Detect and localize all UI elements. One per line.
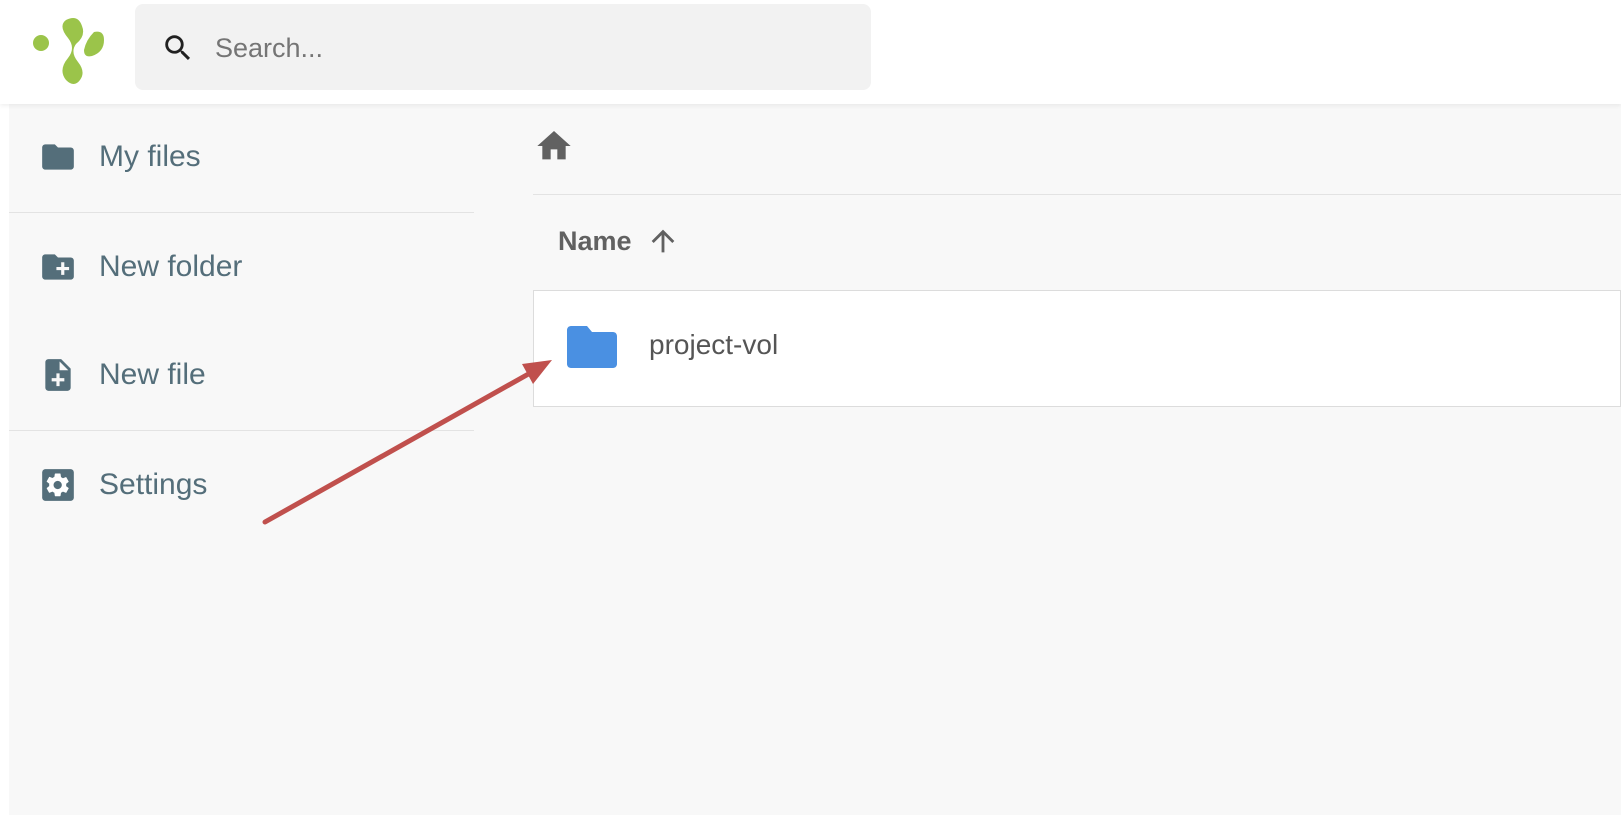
sidebar-item-label: Settings xyxy=(99,468,208,501)
sidebar-item-label: New folder xyxy=(99,250,243,283)
column-header-name[interactable]: Name xyxy=(558,219,680,263)
folder-icon xyxy=(567,326,617,368)
arrow-up-icon xyxy=(651,229,674,253)
sidebar: My files New folder New file Settings xyxy=(9,104,474,815)
sidebar-divider xyxy=(9,212,474,213)
app-logo-icon[interactable] xyxy=(28,10,112,86)
sidebar-item-new-file[interactable]: New file xyxy=(9,340,474,410)
settings-icon xyxy=(39,466,77,504)
top-header xyxy=(0,0,1621,104)
search-box[interactable] xyxy=(135,4,871,90)
search-input[interactable] xyxy=(213,22,837,74)
home-icon[interactable] xyxy=(534,126,574,166)
folder-icon xyxy=(39,138,77,176)
table-row[interactable]: project-vol xyxy=(533,290,1621,407)
sidebar-item-label: My files xyxy=(99,140,201,173)
sidebar-item-new-folder[interactable]: New folder xyxy=(9,232,474,302)
create-folder-icon xyxy=(39,248,77,286)
sidebar-item-label: New file xyxy=(99,358,206,391)
file-name: project-vol xyxy=(649,329,779,360)
breadcrumb-divider xyxy=(533,194,1621,195)
search-icon xyxy=(165,35,191,61)
note-add-icon xyxy=(39,356,77,394)
sidebar-item-my-files[interactable]: My files xyxy=(9,122,474,192)
column-header-label: Name xyxy=(558,225,632,256)
main-content: Name project-vol xyxy=(474,104,1621,815)
sidebar-divider xyxy=(9,430,474,431)
sidebar-item-settings[interactable]: Settings xyxy=(9,450,474,520)
file-manager-app: My files New folder New file Settings xyxy=(0,0,1621,815)
